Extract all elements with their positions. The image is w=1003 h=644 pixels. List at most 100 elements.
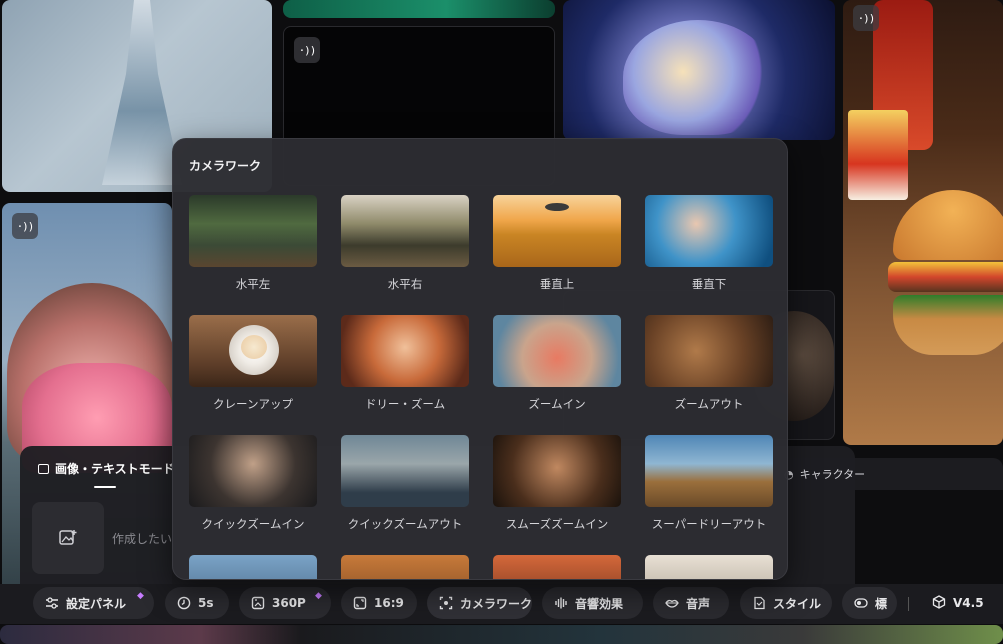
fries-illustration [848, 110, 908, 200]
camera-work-button[interactable]: カメラワーク [427, 587, 532, 619]
voice-button[interactable]: 音声 [653, 587, 729, 619]
camera-option-label: 水平右 [387, 277, 423, 291]
style-icon [752, 596, 766, 610]
sound-icon: ·)) [12, 213, 38, 239]
more-thumbnail [189, 555, 317, 579]
premium-gem-icon: ◆ [315, 591, 322, 601]
camera-option-pan-right[interactable]: 水平右 [341, 195, 469, 292]
style-label: スタイル [773, 596, 822, 611]
camera-work-label: カメラワーク [460, 596, 533, 611]
aspect-ratio-icon [353, 596, 367, 610]
sound-effects-button[interactable]: 音響効果 [542, 587, 643, 619]
mode-tab-label: 画像・テキストモード [55, 462, 175, 476]
model-version-button[interactable]: V4.5 [932, 587, 984, 619]
extra-option-button[interactable]: 標 [842, 587, 897, 619]
sound-effects-label: 音響効果 [575, 596, 624, 611]
character-tab-label: キャラクター [799, 468, 866, 481]
add-image-icon [59, 530, 77, 545]
jar-illustration [623, 20, 773, 135]
tilt-up-thumbnail [493, 195, 621, 267]
aspect-ratio-label: 16:9 [374, 596, 404, 610]
image-text-mode-tab[interactable]: 画像・テキストモード [38, 460, 175, 488]
resolution-button[interactable]: 360P ◆ [239, 587, 331, 619]
camera-option-smooth-zoom-in[interactable]: スムーズズームイン [493, 435, 621, 532]
settings-panel-label: 設定パネル [66, 596, 127, 611]
model-version-label: V4.5 [953, 596, 984, 610]
camera-option-zoom-out[interactable]: ズームアウト [645, 315, 773, 412]
lips-icon [665, 596, 679, 610]
toggle-icon [854, 596, 868, 610]
more-thumbnail [493, 555, 621, 579]
clock-icon [177, 596, 191, 610]
camera-option-label: スーパードリーアウト [651, 517, 767, 531]
toolbar-divider [908, 597, 909, 611]
duration-button[interactable]: 5s [165, 587, 229, 619]
camera-option-tilt-down[interactable]: 垂直下 [645, 195, 773, 292]
tilt-down-thumbnail [645, 195, 773, 267]
camera-option-label: 垂直下 [691, 277, 727, 291]
camera-option-label: クイックズームイン [201, 517, 305, 531]
camera-option-label: ドリー・ズーム [364, 397, 446, 411]
burger-bun-bottom [893, 295, 1003, 355]
aspect-ratio-button[interactable]: 16:9 [341, 587, 417, 619]
more-thumbnail [341, 555, 469, 579]
duration-label: 5s [198, 596, 214, 610]
camera-work-popup: カメラワーク 水平左 水平右 垂直上 垂直下 クレーンアップ ドリー・ズーム ズ… [172, 138, 788, 580]
active-tab-indicator [94, 486, 116, 488]
camera-option-label: ズームアウト [674, 397, 744, 411]
camera-option-dolly-zoom[interactable]: ドリー・ズーム [341, 315, 469, 412]
gallery-tile-burger[interactable]: ·)) [843, 0, 1003, 445]
camera-option-crane-up[interactable]: クレーンアップ [189, 315, 317, 412]
camera-option-super-dolly-out[interactable]: スーパードリーアウト [645, 435, 773, 532]
extra-option-label: 標 [875, 596, 888, 611]
camera-option-quick-zoom-in[interactable]: クイックズームイン [189, 435, 317, 532]
image-upload-button[interactable] [32, 502, 104, 574]
burger-bun-top [893, 190, 1003, 260]
camera-option-more[interactable] [645, 555, 773, 579]
sound-icon: ·)) [853, 5, 879, 31]
more-thumbnail [645, 555, 773, 579]
camera-option-zoom-in[interactable]: ズームイン [493, 315, 621, 412]
camera-option-label: ズームイン [528, 397, 586, 411]
gallery-tile-jar[interactable] [563, 0, 835, 140]
camera-option-label: スムーズズームイン [505, 517, 609, 531]
smooth-zoom-in-thumbnail [493, 435, 621, 507]
resolution-icon [251, 596, 265, 610]
resolution-label: 360P [272, 596, 306, 610]
dolly-zoom-thumbnail [341, 315, 469, 387]
gallery-tile-row-bottom[interactable] [0, 625, 1003, 644]
camera-option-quick-zoom-out[interactable]: クイックズームアウト [341, 435, 469, 532]
waveform-icon [554, 596, 568, 610]
camera-option-pan-left[interactable]: 水平左 [189, 195, 317, 292]
cube-icon [932, 594, 946, 612]
premium-gem-icon: ◆ [137, 591, 144, 601]
sound-icon: ·)) [294, 37, 320, 63]
camera-focus-icon [439, 596, 453, 610]
popup-title: カメラワーク [189, 159, 262, 173]
pan-left-thumbnail [189, 195, 317, 267]
camera-option-label: 垂直上 [539, 277, 575, 291]
cake-illustration [241, 335, 267, 359]
camera-option-label: クレーンアップ [213, 397, 293, 411]
camera-option-label: クイックズームアウト [347, 517, 463, 531]
dress-illustration [102, 0, 182, 185]
character-tab[interactable]: ◔ キャラクター [770, 458, 1003, 490]
gallery-tile-green[interactable] [283, 0, 555, 18]
prompt-placeholder[interactable]: 作成したい [112, 530, 172, 547]
zoom-in-thumbnail [493, 315, 621, 387]
settings-panel-button[interactable]: 設定パネル ◆ [33, 587, 154, 619]
pan-right-thumbnail [341, 195, 469, 267]
quick-zoom-in-thumbnail [189, 435, 317, 507]
camera-option-more[interactable] [493, 555, 621, 579]
bottom-toolbar: 設定パネル ◆ 5s 360P ◆ 16:9 カメラワーク 音響効果 音声 スタ… [0, 584, 1003, 624]
crane-up-thumbnail [189, 315, 317, 387]
style-button[interactable]: スタイル [740, 587, 832, 619]
camera-option-more[interactable] [189, 555, 317, 579]
super-dolly-out-thumbnail [645, 435, 773, 507]
sliders-icon [45, 596, 59, 610]
quick-zoom-out-thumbnail [341, 435, 469, 507]
camera-option-more[interactable] [341, 555, 469, 579]
zoom-out-thumbnail [645, 315, 773, 387]
camera-option-tilt-up[interactable]: 垂直上 [493, 195, 621, 292]
voice-label: 音声 [686, 596, 711, 611]
